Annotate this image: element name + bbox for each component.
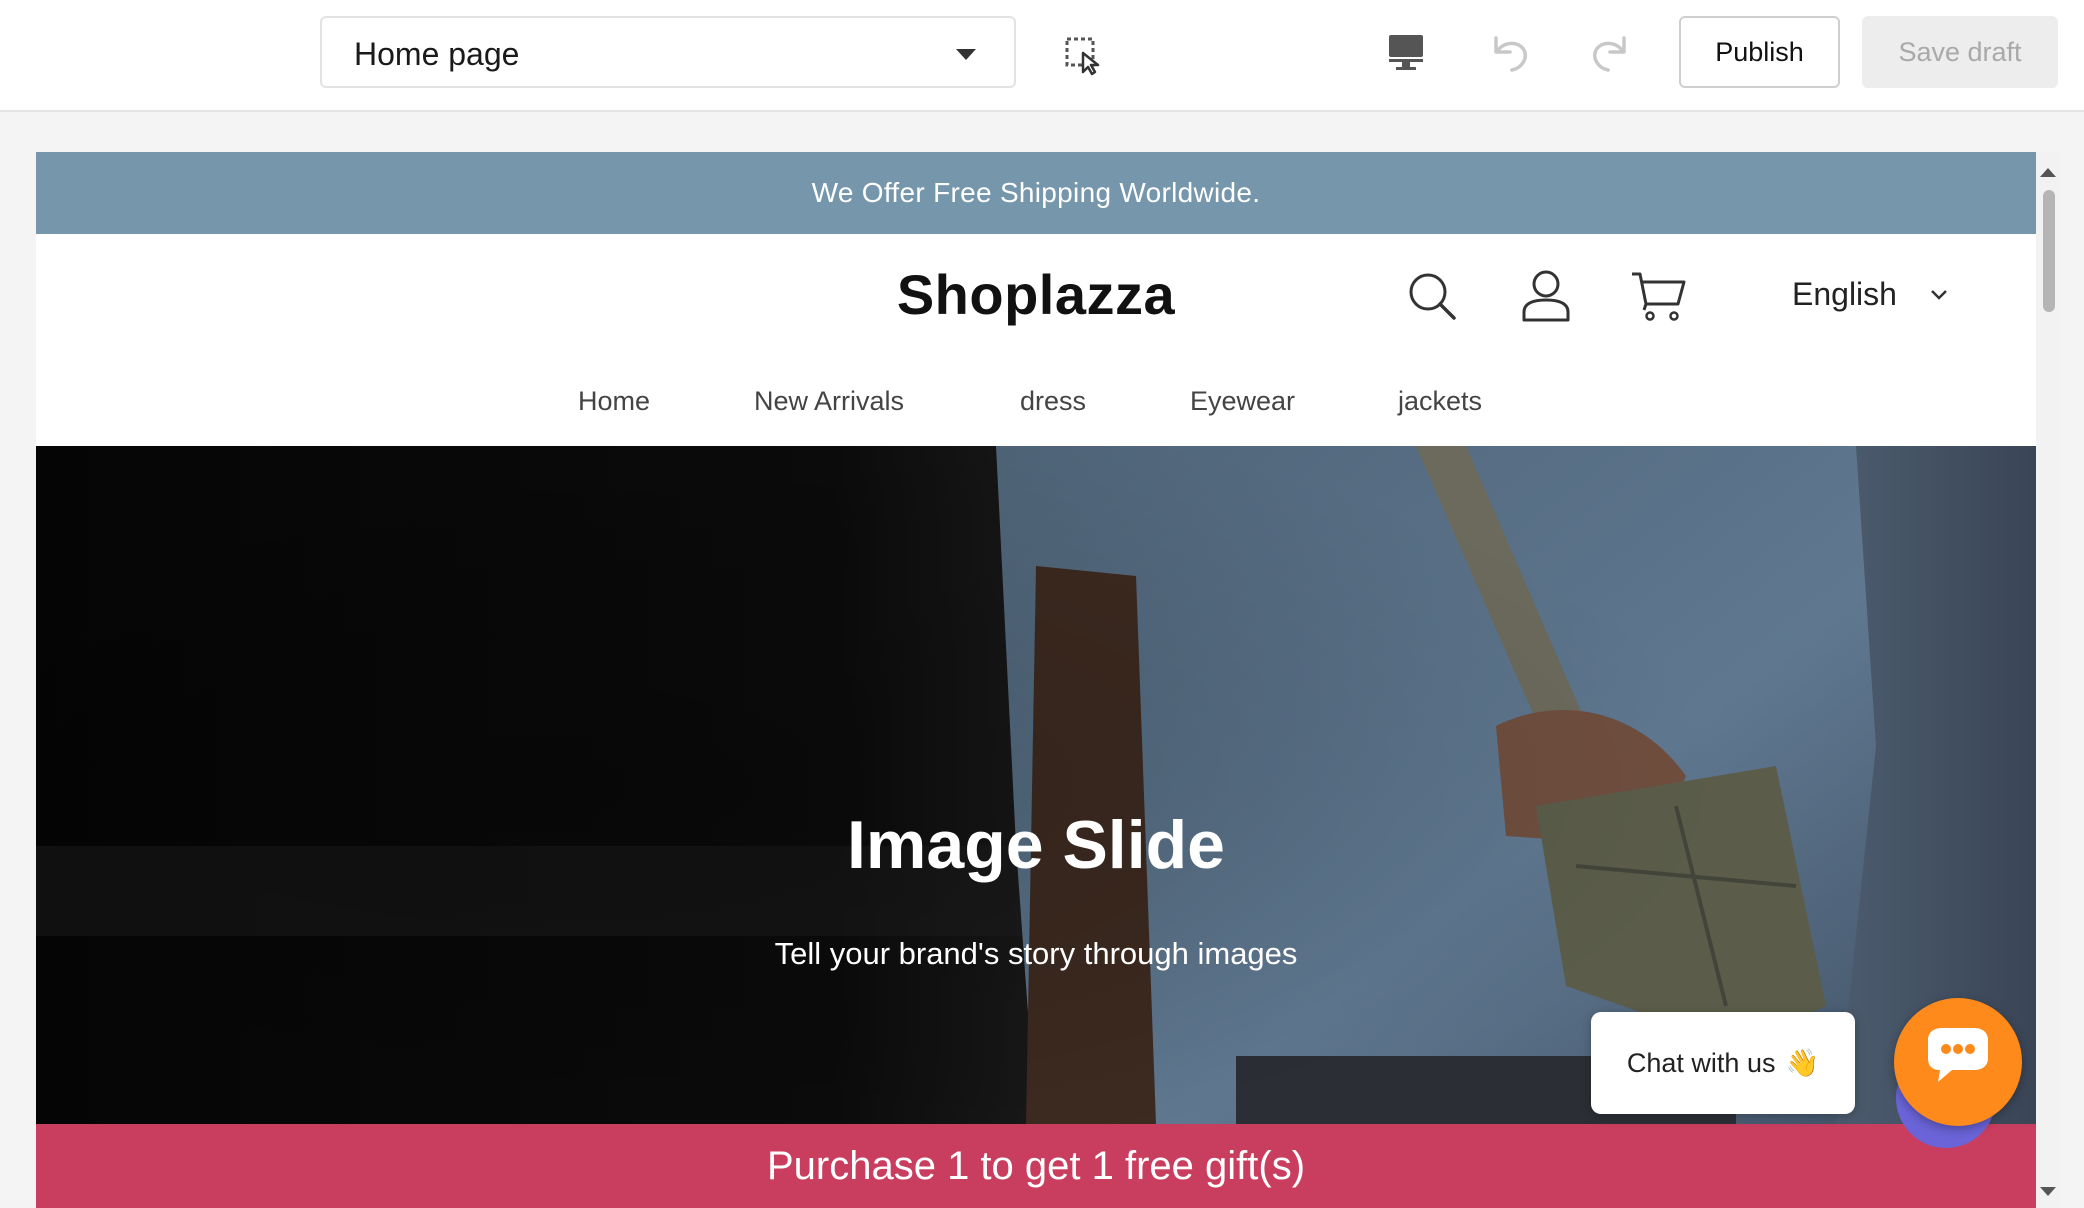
redo-icon[interactable] — [1588, 32, 1632, 76]
chat-prompt-label: Chat with us — [1626, 1047, 1776, 1078]
chat-icon — [1928, 1028, 1988, 1082]
scroll-up-icon[interactable] — [2036, 162, 2060, 182]
caret-down-icon — [956, 49, 976, 60]
store-preview: We Offer Free Shipping Worldwide. Shopla… — [36, 152, 2036, 1208]
undo-icon[interactable] — [1488, 32, 1532, 76]
editor-toolbar: Home page Publish Save draft — [0, 0, 2084, 112]
account-icon[interactable] — [1520, 268, 1572, 324]
chat-prompt[interactable]: Chat with us 👋 — [1591, 1012, 1855, 1114]
nav-item-dress[interactable]: dress — [1020, 386, 1086, 417]
chevron-down-icon — [1931, 290, 1947, 300]
nav-item-home[interactable]: Home — [578, 386, 650, 417]
nav-item-jackets[interactable]: jackets — [1398, 386, 1482, 417]
page-selector[interactable]: Home page — [320, 16, 1016, 88]
save-draft-button[interactable]: Save draft — [1862, 16, 2058, 88]
nav-item-eyewear[interactable]: Eyewear — [1190, 386, 1295, 417]
cart-icon[interactable] — [1630, 270, 1686, 324]
store-logo[interactable]: Shoplazza — [36, 262, 2036, 327]
element-select-icon[interactable] — [1064, 36, 1104, 76]
page-selector-value: Home page — [354, 36, 520, 72]
desktop-icon[interactable] — [1386, 32, 1426, 72]
language-selector[interactable]: English — [1792, 276, 1897, 313]
promo-banner[interactable]: Purchase 1 to get 1 free gift(s) — [36, 1124, 2036, 1208]
nav-item-new-arrivals[interactable]: New Arrivals — [754, 386, 904, 417]
scrollbar-thumb[interactable] — [2043, 190, 2055, 312]
wave-icon: 👋 — [1785, 1048, 1820, 1078]
hero-title: Image Slide — [847, 807, 1225, 883]
announcement-bar: We Offer Free Shipping Worldwide. — [36, 152, 2036, 234]
publish-button[interactable]: Publish — [1679, 16, 1840, 88]
scroll-down-icon[interactable] — [2036, 1182, 2060, 1202]
chat-button[interactable] — [1894, 998, 2022, 1126]
hero-subtitle: Tell your brand's story through images — [774, 936, 1298, 971]
search-icon[interactable] — [1406, 270, 1458, 322]
